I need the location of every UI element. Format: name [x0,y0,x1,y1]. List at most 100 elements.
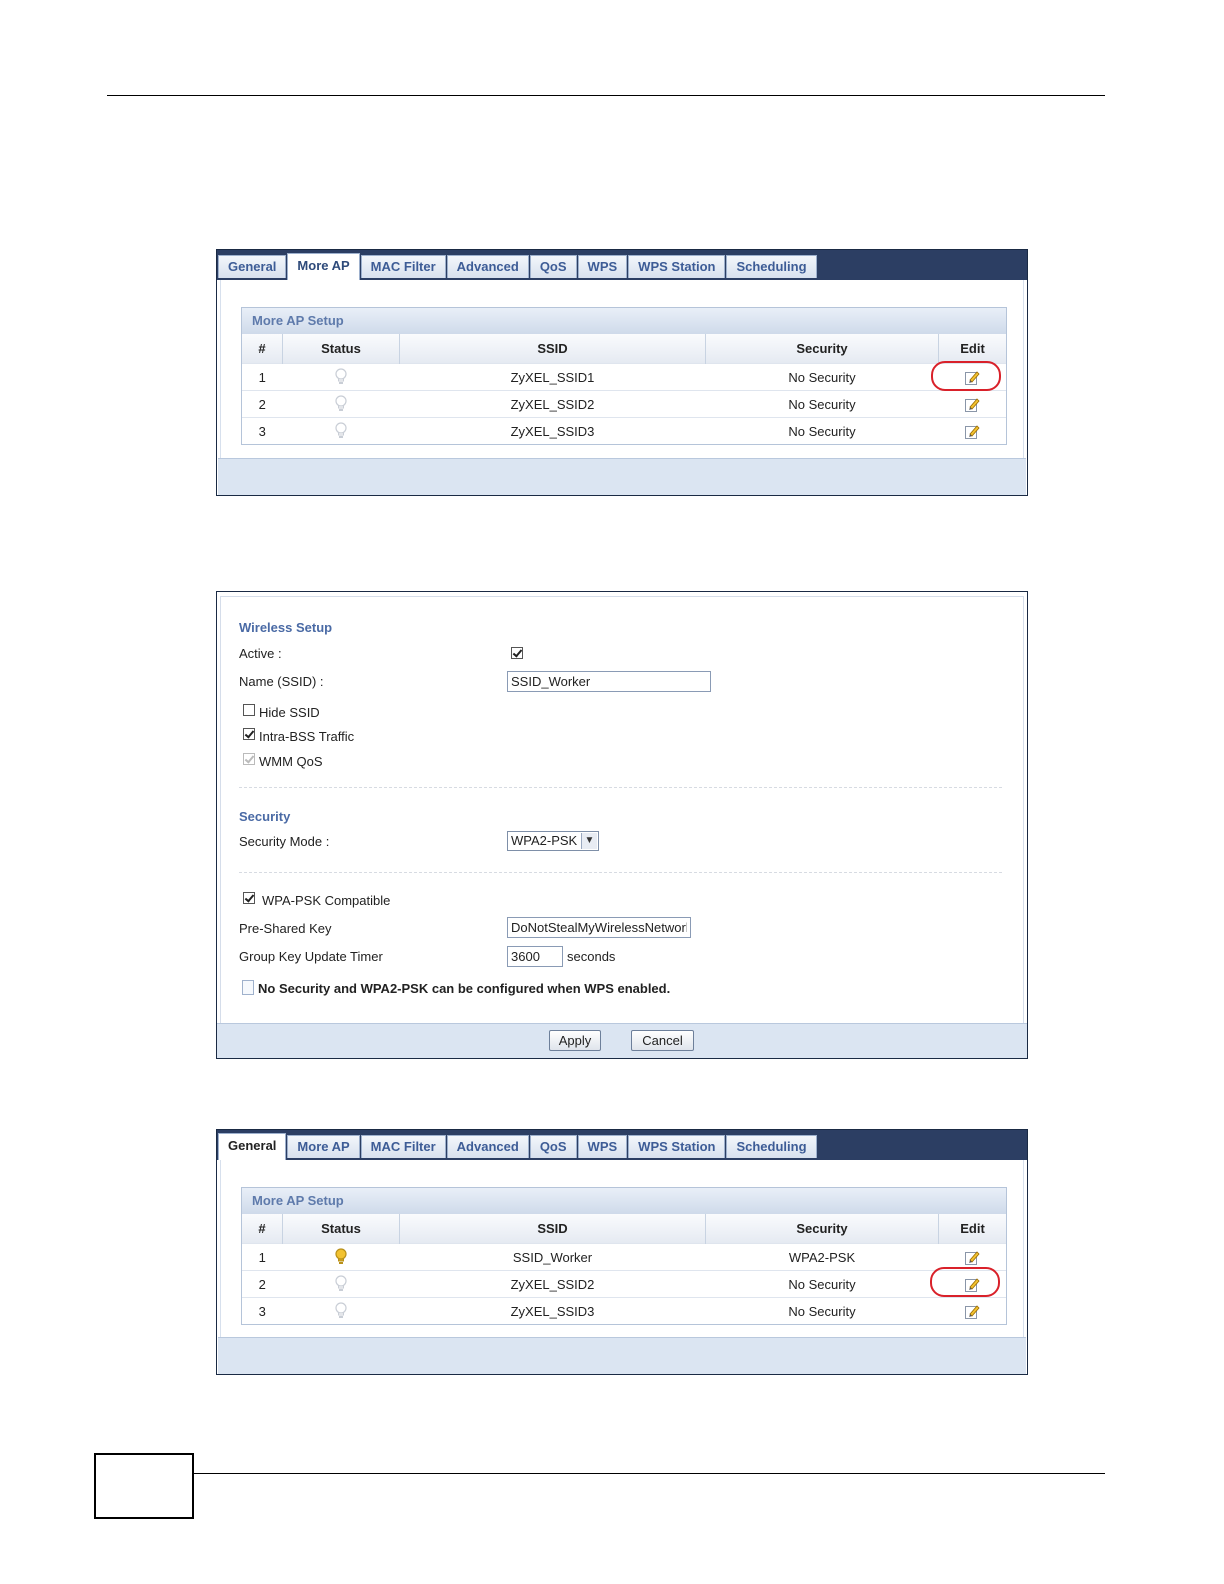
table-title: More AP Setup [242,308,1006,334]
row-ssid: ZyXEL_SSID2 [399,1270,706,1298]
row-status [282,363,400,391]
row-edit [938,390,1006,418]
bulb-icon [334,422,348,440]
tab-qos[interactable]: QoS [529,1135,577,1158]
table-row: 1 SSID_Worker WPA2-PSK [242,1243,1006,1271]
panel-body: More AP Setup # Status SSID Security Edi… [218,280,1026,495]
col-number: # [242,1214,283,1244]
intra-bss-checkbox[interactable] [243,728,255,740]
row-number: 1 [242,1243,283,1271]
tab-wps[interactable]: WPS [577,1135,628,1158]
psk-label: Pre-Shared Key [239,921,332,936]
tabs: General More AP MAC Filter Advanced QoS … [218,253,818,280]
hide-ssid-checkbox[interactable] [243,704,255,716]
tab-advanced[interactable]: Advanced [446,1135,529,1158]
security-mode-select[interactable]: WPA2-PSK ▼ [507,831,599,851]
wps-note: No Security and WPA2-PSK can be configur… [258,981,671,996]
bulb-icon [334,1302,348,1320]
group-key-unit: seconds [567,949,616,964]
bulb-icon [334,1248,348,1266]
tab-general[interactable]: General [218,255,287,278]
row-security: No Security [705,390,939,418]
cancel-button[interactable]: Cancel [631,1030,694,1051]
security-mode-value: WPA2-PSK [511,833,578,848]
more-ap-table: More AP Setup # Status SSID Security Edi… [241,1187,1007,1325]
table-row: 1 ZyXEL_SSID1 No Security [242,363,1006,391]
table-body: 1 ZyXEL_SSID1 No Security 2 ZyXEL_SSID2 No Se… [242,363,1006,444]
edit-pencil-icon[interactable] [964,1303,981,1320]
row-edit [938,1297,1006,1324]
row-security: WPA2-PSK [705,1243,939,1271]
tab-wps[interactable]: WPS [577,255,628,278]
table-body: 1 SSID_Worker WPA2-PSK 2 ZyXEL_SSID2 No Secur… [242,1243,1006,1324]
footer-rule [192,1473,1105,1474]
tab-bar: General More AP MAC Filter Advanced QoS … [217,1130,1027,1160]
wpa-psk-compatible-label: WPA-PSK Compatible [262,893,391,908]
active-checkbox[interactable] [511,647,523,659]
tabs: General More AP MAC Filter Advanced QoS … [218,1133,818,1160]
tab-more-ap[interactable]: More AP [287,253,360,280]
more-ap-panel-after: General More AP MAC Filter Advanced QoS … [216,1129,1028,1375]
row-number: 3 [242,417,283,444]
ssid-name-label: Name (SSID) : [239,674,324,689]
form-footer: Apply Cancel [217,1023,1027,1058]
row-number: 3 [242,1297,283,1324]
edit-pencil-icon[interactable] [964,1249,981,1266]
edit-pencil-icon[interactable] [964,396,981,413]
col-edit: Edit [938,334,1006,364]
tab-mac-filter[interactable]: MAC Filter [360,255,446,278]
row-security: No Security [705,417,939,444]
col-edit: Edit [938,1214,1006,1244]
panel-body: More AP Setup # Status SSID Security Edi… [218,1160,1026,1374]
bulb-icon [334,368,348,386]
row-ssid: ZyXEL_SSID2 [399,390,706,418]
chevron-down-icon: ▼ [581,833,597,849]
tab-scheduling[interactable]: Scheduling [726,1135,817,1158]
edit-highlight-ring [930,1267,1000,1297]
col-ssid: SSID [399,1214,706,1244]
col-status: Status [282,1214,400,1244]
tab-wps-station[interactable]: WPS Station [628,1135,726,1158]
tab-advanced[interactable]: Advanced [446,255,529,278]
row-edit [938,417,1006,444]
row-security: No Security [705,1270,939,1298]
panel-footer [218,458,1026,495]
bulb-icon [334,395,348,413]
panel-footer [218,1337,1026,1374]
tab-general[interactable]: General [218,1133,287,1160]
edit-pencil-icon[interactable] [964,423,981,440]
psk-input[interactable] [507,917,691,938]
tab-wps-station[interactable]: WPS Station [628,255,726,278]
row-status [282,1270,400,1298]
row-status [282,390,400,418]
intra-bss-label: Intra-BSS Traffic [259,729,355,744]
active-label: Active : [239,646,282,661]
row-number: 1 [242,363,283,391]
row-number: 2 [242,390,283,418]
tab-qos[interactable]: QoS [529,255,577,278]
page-number-box [94,1453,194,1519]
row-ssid: SSID_Worker [399,1243,706,1271]
more-ap-table: More AP Setup # Status SSID Security Edi… [241,307,1007,445]
col-ssid: SSID [399,334,706,364]
row-security: No Security [705,363,939,391]
edit-ap-form-panel: Wireless Setup Active : Name (SSID) : Hi… [216,591,1028,1059]
col-security: Security [705,334,939,364]
tab-mac-filter[interactable]: MAC Filter [360,1135,446,1158]
divider [239,787,1002,788]
wmm-qos-checkbox [243,753,255,765]
row-status [282,1297,400,1324]
apply-button[interactable]: Apply [549,1030,601,1051]
divider [239,872,1002,873]
group-key-input[interactable] [507,946,563,967]
row-number: 2 [242,1270,283,1298]
col-number: # [242,334,283,364]
ssid-name-input[interactable] [507,671,711,692]
row-ssid: ZyXEL_SSID3 [399,1297,706,1324]
row-security: No Security [705,1297,939,1324]
tab-scheduling[interactable]: Scheduling [726,255,817,278]
note-icon [242,980,254,995]
hide-ssid-label: Hide SSID [259,705,320,720]
wpa-psk-compatible-checkbox[interactable] [243,892,255,904]
tab-more-ap[interactable]: More AP [287,1135,360,1158]
